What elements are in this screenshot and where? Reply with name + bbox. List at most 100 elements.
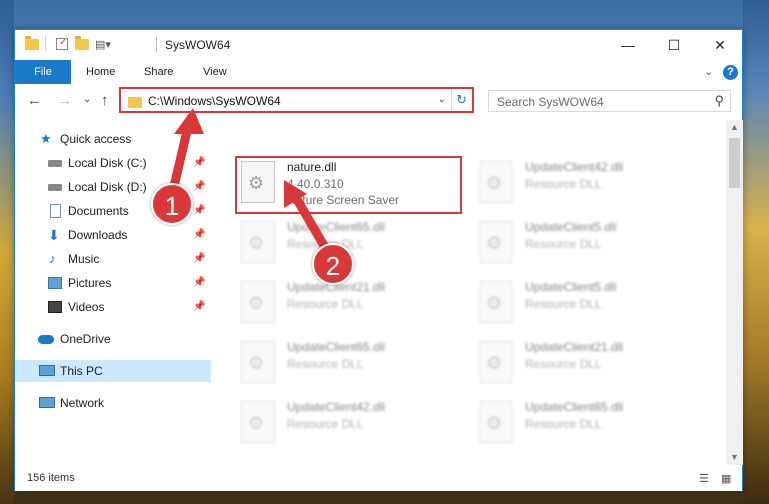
- tab-view[interactable]: View: [203, 60, 227, 84]
- large-icons-view-icon[interactable]: ▦: [721, 472, 731, 485]
- up-button[interactable]: ↑: [101, 92, 109, 109]
- dll-file-icon: ⚙: [241, 341, 275, 383]
- new-folder-icon[interactable]: [75, 36, 89, 50]
- gear-icon: ⚙: [486, 173, 503, 193]
- file-type: Resource DLL: [287, 417, 364, 431]
- sidebar-item-label: Music: [68, 252, 100, 266]
- file-type: Resource DLL: [287, 297, 364, 311]
- sidebar-item-pictures[interactable]: Pictures 📌: [15, 272, 211, 294]
- sidebar-item-local-disk-c[interactable]: Local Disk (C:) 📌: [15, 152, 211, 174]
- file-name: UpdateClient65.dll: [287, 340, 386, 354]
- sidebar-item-downloads[interactable]: ⬇ Downloads 📌: [15, 224, 211, 246]
- file-item[interactable]: ⚙ UpdateClient65.dll Resource DLL: [235, 336, 460, 391]
- drive-icon: [48, 160, 62, 167]
- gear-icon: ⚙: [486, 413, 503, 433]
- scroll-down-icon[interactable]: ▼: [730, 452, 739, 462]
- sidebar-item-label: Quick access: [60, 132, 132, 146]
- file-name: UpdateClient5.dll: [525, 280, 617, 294]
- pc-icon: [39, 365, 55, 376]
- close-button[interactable]: ✕: [697, 30, 743, 60]
- status-bar: 156 items ☰ ▦: [15, 465, 742, 491]
- properties-icon[interactable]: ✓: [56, 37, 68, 50]
- documents-icon: [50, 204, 61, 218]
- file-item[interactable]: ⚙ UpdateClient42.dll Resource DLL: [235, 396, 460, 451]
- pin-icon[interactable]: 📌: [193, 248, 205, 270]
- folder-icon: [25, 36, 39, 50]
- search-placeholder: Search SysWOW64: [497, 95, 604, 109]
- file-item[interactable]: ⚙ UpdateClient21.dll Resource DLL: [235, 276, 460, 331]
- file-type: Resource DLL: [525, 357, 602, 371]
- address-bar[interactable]: C:\Windows\SysWOW64 ⌄ ↻: [119, 87, 474, 113]
- file-name: UpdateClient5.dll: [525, 220, 617, 234]
- navigation-pane: ★ Quick access Local Disk (C:) 📌 Local D…: [15, 120, 211, 465]
- search-input[interactable]: Search SysWOW64 ⚲: [488, 90, 731, 112]
- sidebar-item-label: Network: [60, 396, 105, 410]
- sidebar-item-label: Local Disk (D:): [68, 180, 147, 194]
- pin-icon[interactable]: 📌: [193, 176, 205, 198]
- customize-toolbar-icon[interactable]: ▤▾: [95, 38, 111, 51]
- sidebar-item-quick-access[interactable]: ★ Quick access: [15, 128, 211, 150]
- scrollbar-thumb[interactable]: [729, 138, 740, 188]
- recent-locations-button[interactable]: ⌄: [83, 94, 91, 105]
- maximize-button[interactable]: ☐: [651, 30, 697, 60]
- gear-icon: ⚙: [248, 413, 265, 433]
- chevron-down-icon[interactable]: ⌄: [438, 94, 446, 105]
- file-item[interactable]: ⚙ UpdateClient21.dll Resource DLL: [473, 336, 698, 391]
- sidebar-item-label: OneDrive: [60, 332, 111, 346]
- videos-icon: [48, 301, 62, 313]
- details-view-icon[interactable]: ☰: [699, 472, 709, 485]
- file-item[interactable]: ⚙ UpdateClient5.dll Resource DLL: [473, 216, 698, 271]
- callout-1: 1: [151, 183, 193, 225]
- address-path[interactable]: C:\Windows\SysWOW64: [148, 94, 281, 108]
- gear-icon: ⚙: [248, 293, 265, 313]
- star-icon: ★: [40, 131, 52, 146]
- sidebar-item-label: Pictures: [68, 276, 112, 290]
- dll-file-icon: ⚙: [479, 281, 513, 323]
- file-item[interactable]: ⚙ UpdateClient5.dll Resource DLL: [473, 276, 698, 331]
- file-type: Resource DLL: [287, 357, 364, 371]
- desktop-background-left: [0, 0, 14, 504]
- sidebar-item-videos[interactable]: Videos 📌: [15, 296, 211, 318]
- file-item[interactable]: ⚙ UpdateClient42.dll Resource DLL: [473, 156, 698, 211]
- forward-button[interactable]: →: [57, 92, 72, 109]
- file-type: Resource DLL: [525, 177, 602, 191]
- music-icon: ♪: [49, 251, 56, 266]
- gear-icon: ⚙: [486, 293, 503, 313]
- sidebar-item-music[interactable]: ♪ Music 📌: [15, 248, 211, 270]
- pin-icon[interactable]: 📌: [193, 152, 205, 174]
- sidebar-item-label: Local Disk (C:): [68, 156, 147, 170]
- expand-ribbon-icon[interactable]: ⌄: [704, 65, 713, 78]
- file-type: Resource DLL: [525, 417, 602, 431]
- search-icon[interactable]: ⚲: [714, 93, 724, 109]
- divider: [45, 36, 46, 51]
- file-type: Resource DLL: [525, 237, 602, 251]
- pin-icon[interactable]: 📌: [193, 200, 205, 222]
- sidebar-item-onedrive[interactable]: OneDrive: [15, 328, 211, 350]
- tab-file[interactable]: File: [15, 60, 71, 84]
- network-icon: [39, 397, 55, 408]
- pin-icon[interactable]: 📌: [193, 224, 205, 246]
- minimize-button[interactable]: —: [605, 30, 651, 60]
- pictures-icon: [48, 277, 62, 289]
- dll-file-icon: ⚙: [479, 401, 513, 443]
- sidebar-item-network[interactable]: Network: [15, 392, 211, 414]
- dll-file-icon: ⚙: [241, 281, 275, 323]
- help-icon[interactable]: ?: [723, 65, 738, 80]
- scroll-up-icon[interactable]: ▲: [730, 122, 739, 132]
- download-icon: ⬇: [48, 227, 60, 243]
- pin-icon[interactable]: 📌: [193, 272, 205, 294]
- tab-home[interactable]: Home: [86, 60, 115, 84]
- item-count: 156 items: [27, 472, 75, 484]
- file-item[interactable]: ⚙ UpdateClient65.dll Resource DLL: [473, 396, 698, 451]
- divider: [156, 37, 157, 52]
- drive-icon: [48, 184, 62, 191]
- window-title: SysWOW64: [165, 38, 231, 52]
- pin-icon[interactable]: 📌: [193, 296, 205, 318]
- tab-share[interactable]: Share: [144, 60, 173, 84]
- onedrive-icon: [38, 335, 54, 344]
- refresh-button[interactable]: ↻: [451, 90, 471, 110]
- vertical-scrollbar[interactable]: ▲ ▼: [726, 120, 743, 465]
- sidebar-item-this-pc[interactable]: This PC: [15, 360, 211, 382]
- dll-file-icon: ⚙: [479, 161, 513, 203]
- back-button[interactable]: ←: [27, 92, 42, 109]
